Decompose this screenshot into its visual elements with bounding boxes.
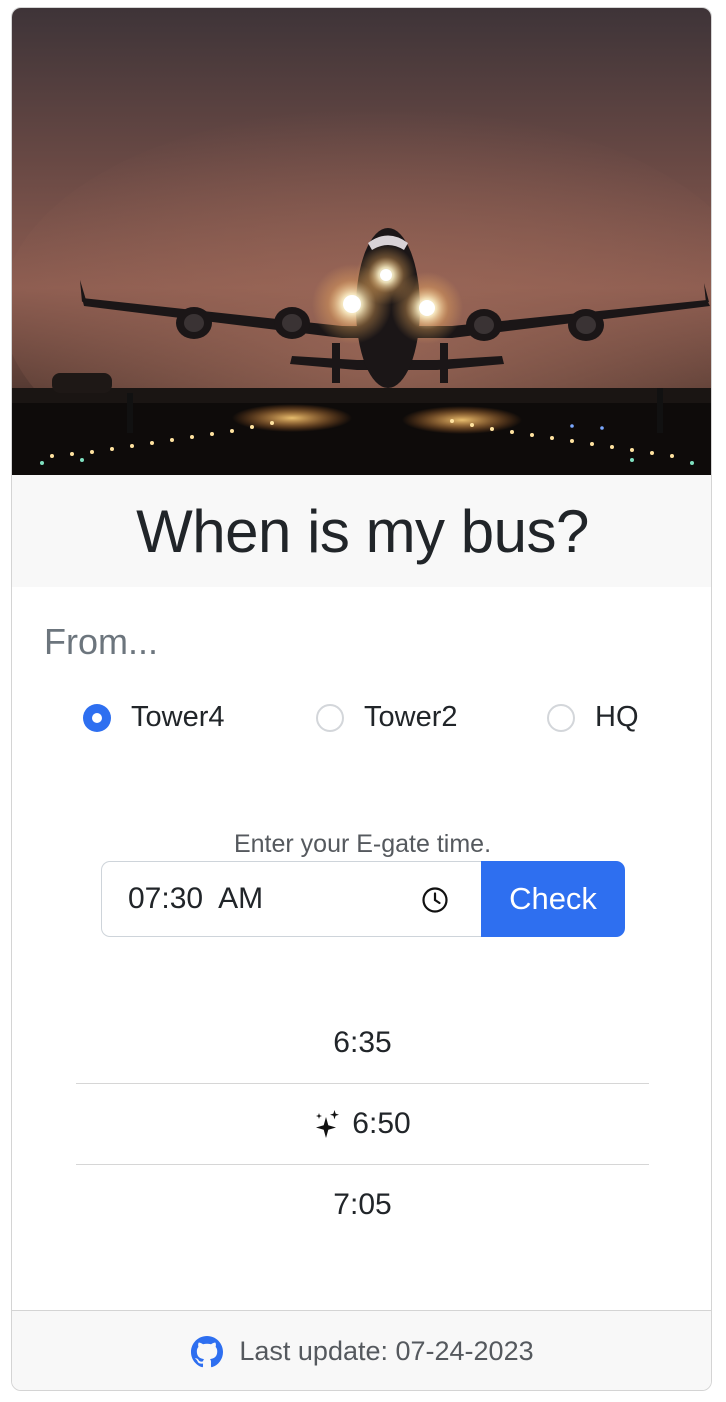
radio-hq-indicator[interactable]: [547, 703, 575, 732]
egate-time-value[interactable]: 07:30 AM: [128, 882, 263, 916]
time-input-group: 07:30 AM Check: [101, 861, 625, 937]
check-button[interactable]: Check: [481, 861, 625, 937]
radio-tower2[interactable]: Tower2: [316, 701, 458, 734]
radio-tower4-label[interactable]: Tower4: [131, 701, 225, 734]
radio-tower2-label[interactable]: Tower2: [364, 701, 458, 734]
list-item: 7:05: [76, 1164, 649, 1245]
bus-times-list: 6:35 6:50 7:05: [76, 1002, 649, 1245]
list-item-highlighted: 6:50: [76, 1083, 649, 1164]
last-update-text: Last update: 07-24-2023: [239, 1336, 534, 1366]
title-bar: When is my bus?: [12, 475, 711, 587]
bus-time: 6:35: [333, 1025, 392, 1059]
radio-tower4[interactable]: Tower4: [83, 701, 225, 734]
bus-time: 7:05: [333, 1188, 392, 1221]
sparkle-icon: [316, 1110, 340, 1138]
bus-time: 6:50: [352, 1107, 411, 1140]
radio-hq[interactable]: HQ: [547, 701, 639, 734]
radio-tower4-indicator[interactable]: [83, 703, 111, 732]
egate-time-input[interactable]: 07:30 AM: [101, 861, 481, 937]
github-icon[interactable]: [191, 1335, 224, 1368]
hero-airplane-image: [12, 8, 711, 475]
clock-icon[interactable]: [421, 886, 449, 914]
egate-time-hint: Enter your E-gate time.: [233, 830, 492, 858]
location-radio-group: Tower4 Tower2 HQ: [12, 701, 711, 741]
footer: Last update: 07-24-2023: [12, 1310, 711, 1390]
from-label: From...: [44, 621, 158, 662]
bus-card: When is my bus? From... Tower4 Tower2 HQ…: [11, 7, 712, 1391]
page-title: When is my bus?: [136, 497, 589, 565]
list-item: 6:35: [76, 1002, 649, 1083]
radio-tower2-indicator[interactable]: [316, 703, 344, 732]
radio-hq-label[interactable]: HQ: [595, 701, 639, 734]
